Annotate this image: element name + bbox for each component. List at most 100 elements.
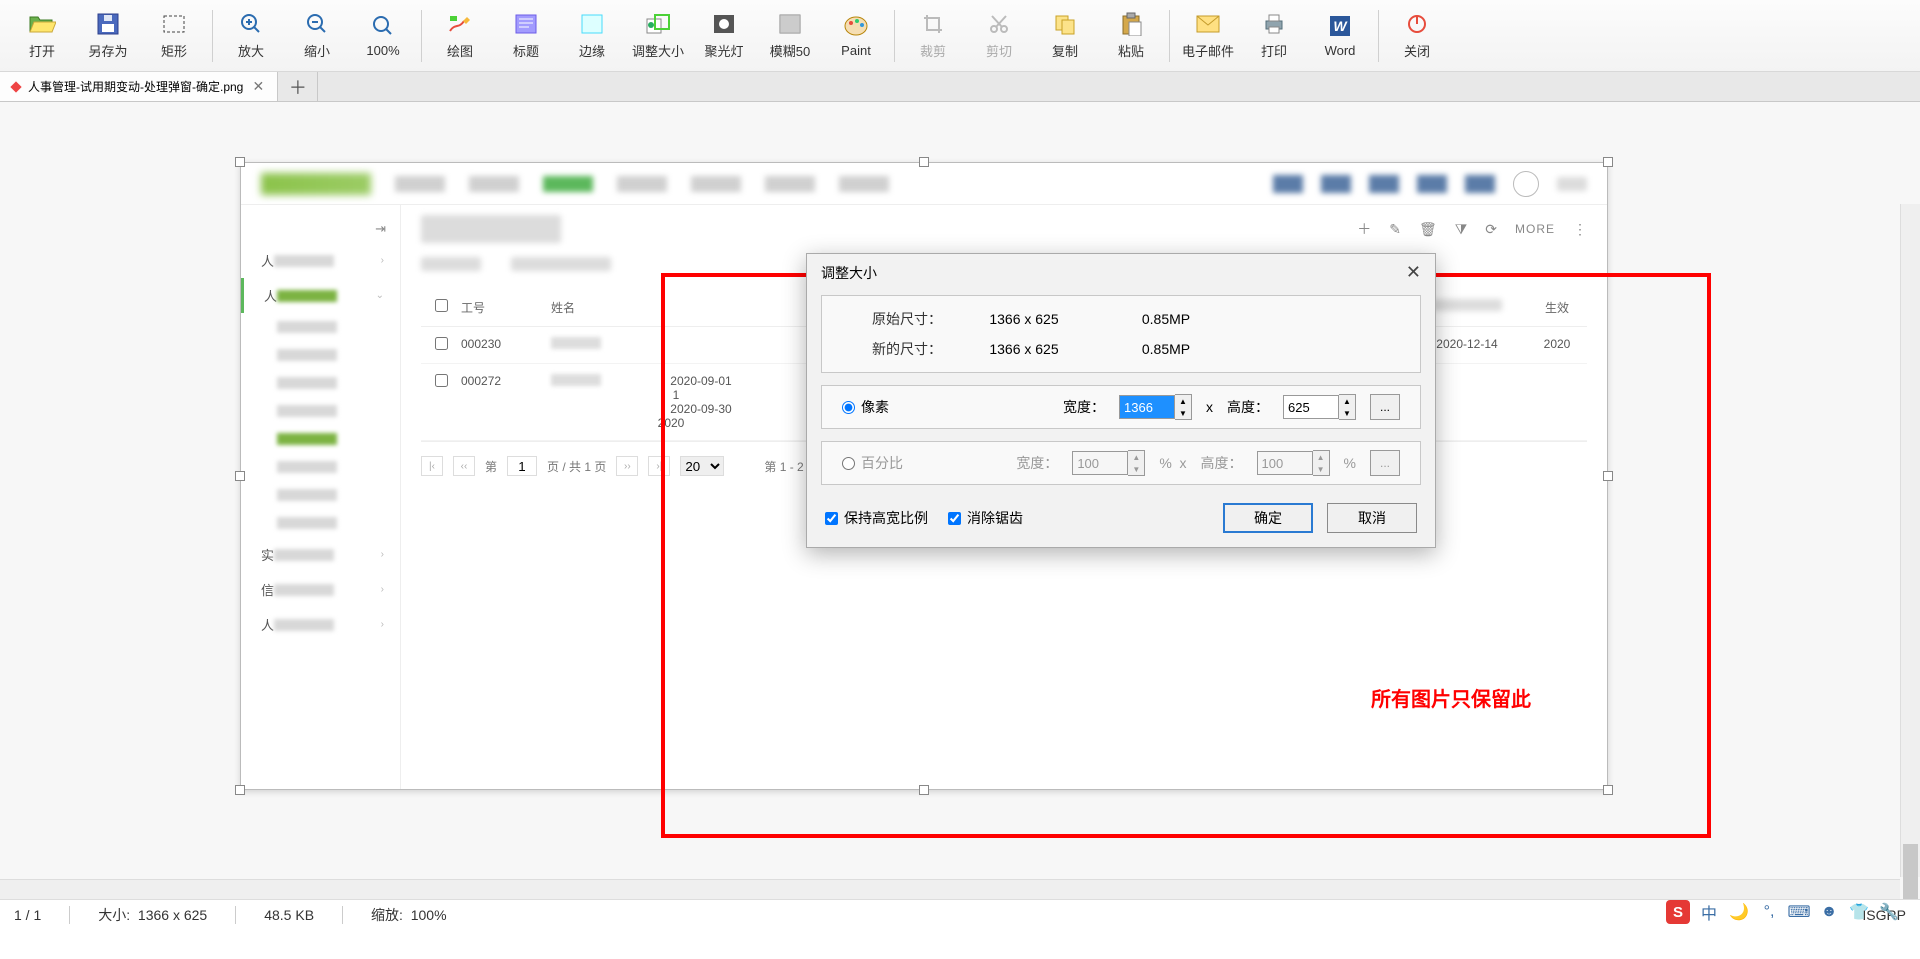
sidebar-collapse-icon[interactable]: ⇥ [241,215,400,243]
row-checkbox[interactable] [435,337,448,350]
sidebar: ⇥ 人› 人⌄ 实› 信› 人› [241,205,401,789]
filter-icon[interactable]: ⧩ [1455,221,1468,238]
sidebar-subitem[interactable] [241,313,400,341]
delete-icon[interactable]: 🗑 [1419,221,1437,238]
zoom-out-button[interactable]: 缩小 [285,4,349,68]
ime-toolbar[interactable]: S 中 🌙 °, ⌨ ☻ 👕 🔧 [1666,899,1900,925]
sidebar-subitem[interactable] [241,425,400,453]
title-button[interactable]: 标题 [494,4,558,68]
sidebar-subitem[interactable] [241,369,400,397]
app-logo [261,173,371,195]
zoom-100-button[interactable]: 100% [351,4,415,68]
tab-label: 人事管理-试用期变动-处理弹窗-确定.png [28,78,243,95]
ime-tool-icon[interactable]: 🔧 [1878,901,1900,923]
keep-ratio-checkbox[interactable]: 保持高宽比例 [825,508,928,528]
more-button[interactable]: MORE [1515,222,1555,236]
menu-icon[interactable]: ⋮ [1573,221,1587,238]
edge-button[interactable]: 边缘 [560,4,624,68]
add-icon[interactable]: ＋ [1357,219,1371,239]
height-input[interactable]: ▲▼ [1283,394,1356,420]
avatar [1513,171,1539,197]
crop-button[interactable]: 裁剪 [901,4,965,68]
header-icon [1417,175,1447,193]
ime-punct-icon[interactable]: °, [1758,901,1780,923]
email-button[interactable]: 电子邮件 [1176,4,1240,68]
ime-skin-icon[interactable]: 👕 [1848,901,1870,923]
cancel-button[interactable]: 取消 [1327,503,1417,533]
more-options-button[interactable]: ... [1370,394,1400,420]
sidebar-item[interactable]: 实› [241,537,400,572]
scissors-icon [985,11,1013,37]
close-button[interactable]: 关闭 [1385,4,1449,68]
spotlight-button[interactable]: 聚光灯 [692,4,756,68]
sidebar-subitem[interactable] [241,509,400,537]
rect-button[interactable]: 矩形 [142,4,206,68]
word-button[interactable]: WWord [1308,4,1372,68]
status-kb: 48.5 KB [264,907,314,923]
paint-button[interactable]: Paint [824,4,888,68]
ime-lang-icon[interactable]: 中 [1698,901,1720,923]
dialog-close-icon[interactable]: ✕ [1406,262,1421,283]
word-icon: W [1326,13,1354,39]
header-icon [1321,175,1351,193]
sidebar-subitem[interactable] [241,453,400,481]
print-button[interactable]: 打印 [1242,4,1306,68]
vertical-scrollbar[interactable] [1900,204,1920,877]
save-as-button[interactable]: 另存为 [76,4,140,68]
pager-prev[interactable]: ‹‹ [453,456,475,476]
row-checkbox[interactable] [435,374,448,387]
pager-next[interactable]: ›› [616,456,638,476]
zoom-100-icon [369,13,397,39]
ok-button[interactable]: 确定 [1223,503,1313,533]
ime-moon-icon[interactable]: 🌙 [1728,901,1750,923]
page-input[interactable] [507,456,537,476]
ime-face-icon[interactable]: ☻ [1818,901,1840,923]
percent-radio[interactable]: 百分比 [842,453,903,473]
resize-dialog: 调整大小 ✕ 原始尺寸： 1366 x 625 0.85MP 新的尺寸： 136… [806,253,1436,548]
sidebar-item[interactable]: 人› [241,243,400,278]
blur50-button[interactable]: 模糊50 [758,4,822,68]
more-options-button[interactable]: ... [1370,450,1400,476]
svg-text:W: W [1333,18,1348,34]
nav-item [839,176,889,192]
resize-icon [644,11,672,37]
header-icon [1465,175,1495,193]
crop-icon [919,11,947,37]
resize-button[interactable]: 调整大小 [626,4,690,68]
select-all-checkbox[interactable] [435,299,448,312]
pager-last[interactable]: ›| [648,456,670,476]
rect-marquee-icon [160,11,188,37]
tab-close-icon[interactable]: ✕ [251,80,265,94]
sidebar-subitem[interactable] [241,481,400,509]
edit-icon[interactable]: ✎ [1389,221,1401,238]
page-size-select[interactable]: 20 [680,456,724,476]
new-tab-button[interactable]: ＋ [278,72,318,101]
sidebar-subitem[interactable] [241,397,400,425]
sidebar-item[interactable]: 信› [241,572,400,607]
status-size: 1366 x 625 [138,907,207,923]
sidebar-item[interactable]: 人› [241,607,400,642]
sidebar-subitem[interactable] [241,341,400,369]
palette-icon [842,13,870,39]
refresh-icon[interactable]: ⟳ [1485,221,1497,238]
cut-button[interactable]: 剪切 [967,4,1031,68]
zoom-in-button[interactable]: 放大 [219,4,283,68]
sogou-icon[interactable]: S [1666,900,1690,924]
ime-keyboard-icon[interactable]: ⌨ [1788,901,1810,923]
paste-button[interactable]: 粘贴 [1099,4,1163,68]
zoom-in-icon [237,11,265,37]
open-button[interactable]: 打开 [10,4,74,68]
pixel-radio[interactable]: 像素 [842,397,889,417]
tab-file[interactable]: 人事管理-试用期变动-处理弹窗-确定.png ✕ [0,72,278,101]
artboard[interactable]: ⇥ 人› 人⌄ 实› 信› 人› [240,162,1608,790]
title-icon [512,11,540,37]
paste-icon [1117,11,1145,37]
width-input[interactable]: ▲▼ [1119,394,1192,420]
draw-button[interactable]: 绘图 [428,4,492,68]
pager-first[interactable]: |‹ [421,456,443,476]
horizontal-scrollbar[interactable] [0,879,1900,899]
copy-button[interactable]: 复制 [1033,4,1097,68]
modified-dot-icon [10,81,21,92]
sidebar-item[interactable]: 人⌄ [241,278,400,313]
antialias-checkbox[interactable]: 消除锯齿 [948,508,1023,528]
